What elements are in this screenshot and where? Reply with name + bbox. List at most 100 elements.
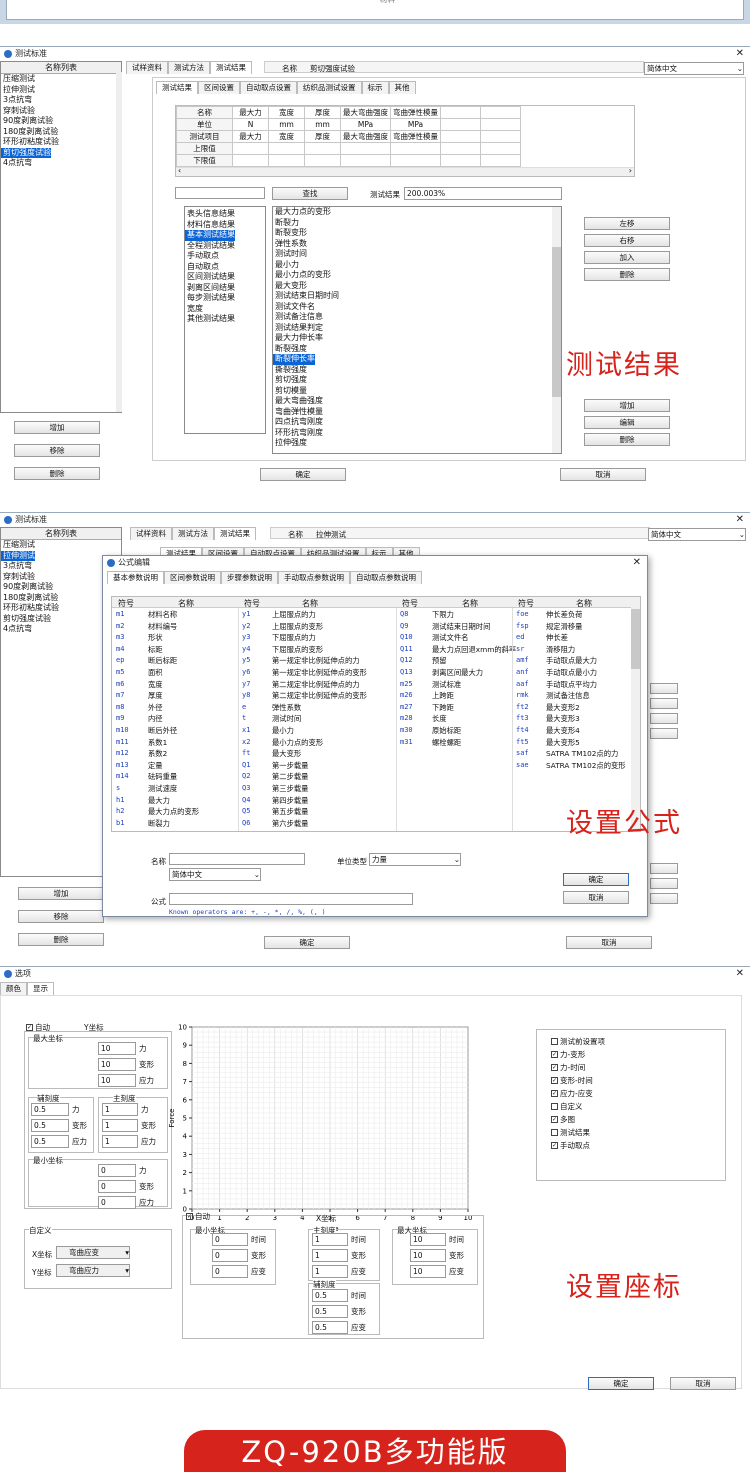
display-check-item[interactable]: ✓ 力-变形 [551, 1049, 725, 1062]
grid-cell[interactable]: 厚度 [304, 130, 341, 143]
standard-list-item[interactable]: 穿刺试验 [1, 106, 35, 117]
category-item[interactable]: 手动取点 [185, 251, 219, 262]
number-input[interactable]: 1 [312, 1265, 348, 1278]
standard-list-item[interactable]: 剪切强度试验 [1, 614, 51, 625]
category-item[interactable]: 全程测试结果 [185, 241, 235, 252]
result-item[interactable]: 最大力点的变形 [273, 207, 331, 218]
display-check-item[interactable]: 自定义 [551, 1101, 725, 1114]
main-tab-0[interactable]: 试样资料 [126, 61, 168, 74]
grid-cell[interactable]: 宽度 [268, 130, 305, 143]
standard-list-item[interactable]: 4点抗弯 [1, 624, 32, 635]
grid-cell[interactable] [232, 142, 269, 155]
result-item[interactable]: 环形抗弯刚度 [273, 428, 323, 439]
number-input[interactable]: 10 [410, 1249, 446, 1262]
sub-tab-2[interactable]: 自动取点设置 [240, 81, 297, 94]
sub-tab-0[interactable]: 测试结果 [156, 81, 198, 94]
left-button-2[interactable]: 删除 [18, 933, 104, 946]
category-item[interactable]: 基本测试结果 [185, 230, 235, 241]
result-item[interactable]: 拉伸强度 [273, 438, 307, 449]
ok-button[interactable]: 确定 [264, 936, 350, 949]
grid-cell-empty[interactable] [440, 130, 481, 143]
result-item[interactable]: 最大力伸长率 [273, 333, 323, 344]
standard-list-item[interactable]: 拉伸测试 [1, 550, 35, 561]
result-item[interactable]: 断裂变形 [273, 228, 307, 239]
grid-cell[interactable] [390, 142, 441, 155]
grid-cell[interactable]: 弯曲弹性模量 [390, 106, 441, 119]
option-tab-0[interactable]: 颜色 [0, 982, 27, 995]
checkbox[interactable]: ✓ [551, 1064, 558, 1071]
grid-scrollbar[interactable]: ‹ › [176, 166, 634, 176]
category-item[interactable]: 剥离区间结果 [185, 283, 235, 294]
grid-cell-empty[interactable] [480, 118, 521, 131]
grid-cell[interactable] [390, 154, 441, 167]
standard-list-item[interactable]: 穿刺试验 [1, 572, 35, 583]
result-item[interactable]: 最小力 [273, 260, 299, 271]
display-check-item[interactable]: ✓ 力-时间 [551, 1062, 725, 1075]
grid-cell[interactable]: 最大弯曲强度 [340, 130, 391, 143]
grid-cell[interactable]: 最大弯曲强度 [340, 106, 391, 119]
formula-input[interactable] [169, 893, 413, 905]
grid-cell-empty[interactable] [480, 154, 521, 167]
ok-button[interactable]: 确定 [588, 1377, 654, 1390]
custom-y-select[interactable]: 弯曲应力 ▾ [56, 1264, 130, 1277]
grid-cell-empty[interactable] [440, 118, 481, 131]
standard-list-item[interactable]: 拉伸测试 [1, 85, 35, 96]
number-input[interactable]: 10 [410, 1265, 446, 1278]
grid-cell[interactable] [268, 154, 305, 167]
dialog-tab-0[interactable]: 基本参数说明 [107, 571, 164, 584]
standard-list-item[interactable]: 剪切强度试验 [1, 147, 51, 158]
left-button-2[interactable]: 删除 [14, 467, 100, 480]
unit-type-select[interactable]: 力量 ⌄ [369, 853, 461, 866]
number-input[interactable]: 10 [98, 1074, 136, 1087]
checkbox[interactable] [551, 1103, 558, 1110]
result-op-button-1[interactable]: 右移 [584, 234, 670, 247]
grid-cell[interactable]: 弯曲弹性模量 [390, 130, 441, 143]
dlg-cancel-button[interactable]: 取消 [563, 891, 629, 904]
number-input[interactable]: 0.5 [312, 1321, 348, 1334]
param-scrollbar[interactable] [631, 597, 640, 831]
checkbox[interactable]: ✓ [551, 1077, 558, 1084]
category-item[interactable]: 每步测试结果 [185, 293, 235, 304]
result-item[interactable]: 最小力点的变形 [273, 270, 331, 281]
left-button-1[interactable]: 移除 [18, 910, 104, 923]
display-check-item[interactable]: ✓ 多图 [551, 1114, 725, 1127]
main-tab-2[interactable]: 测试结果 [214, 527, 256, 540]
number-input[interactable]: 0 [212, 1233, 248, 1246]
grid-cell[interactable]: MPa [390, 118, 441, 131]
result-item[interactable]: 弯曲弹性模量 [273, 407, 323, 418]
number-input[interactable]: 0.5 [31, 1119, 69, 1132]
display-check-item[interactable]: 测试前设置项 [551, 1036, 725, 1049]
result-item[interactable]: 断裂力 [273, 218, 299, 229]
display-check-item[interactable]: ✓ 应力-应变 [551, 1088, 725, 1101]
result-item[interactable]: 弹性系数 [273, 239, 307, 250]
checkbox[interactable] [551, 1038, 558, 1045]
main-tab-0[interactable]: 试样资料 [130, 527, 172, 540]
number-input[interactable]: 1 [312, 1249, 348, 1262]
checkbox[interactable]: ✓ [551, 1051, 558, 1058]
result-item[interactable]: 测试时间 [273, 249, 307, 260]
result-item[interactable]: 最大弯曲强度 [273, 396, 323, 407]
grid-cell[interactable]: 厚度 [304, 106, 341, 119]
result-value[interactable]: 200.003% [404, 187, 562, 200]
result-item[interactable]: 撕裂强度 [273, 365, 307, 376]
result-scrollbar[interactable] [552, 207, 561, 453]
option-tab-1[interactable]: 显示 [27, 982, 54, 995]
number-input[interactable]: 0 [98, 1180, 136, 1193]
result-item[interactable]: 剪切强度 [273, 375, 307, 386]
number-input[interactable]: 0 [212, 1265, 248, 1278]
result-item[interactable]: 测试结果判定 [273, 323, 323, 334]
checkbox[interactable]: ✓ [551, 1116, 558, 1123]
grid-cell[interactable]: 最大力 [232, 106, 269, 119]
grid-cell[interactable] [304, 154, 341, 167]
left-button-1[interactable]: 移除 [14, 444, 100, 457]
grid-cell[interactable]: mm [304, 118, 341, 131]
category-item[interactable]: 材料信息结果 [185, 220, 235, 231]
grid-cell[interactable] [268, 142, 305, 155]
standard-list-item[interactable]: 180度剥离试验 [1, 593, 58, 604]
dlg-name-input[interactable] [169, 853, 305, 865]
dialog-tab-1[interactable]: 区间参数说明 [164, 571, 221, 584]
number-input[interactable]: 10 [98, 1058, 136, 1071]
category-item[interactable]: 自动取点 [185, 262, 219, 273]
grid-cell[interactable]: mm [268, 118, 305, 131]
main-tab-1[interactable]: 测试方法 [168, 61, 210, 74]
